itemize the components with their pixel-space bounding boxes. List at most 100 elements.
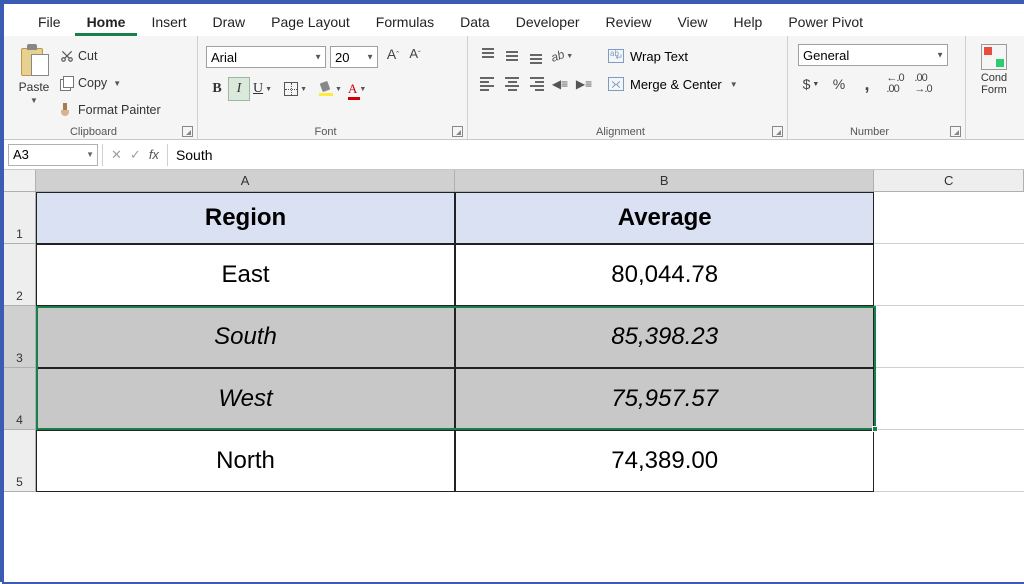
paste-label: Paste bbox=[19, 80, 50, 94]
cell-b4[interactable]: 75,957.57 bbox=[455, 368, 874, 430]
font-launcher[interactable] bbox=[452, 126, 463, 137]
font-color-button[interactable]: A▼ bbox=[345, 77, 369, 101]
align-center-button[interactable] bbox=[500, 72, 524, 96]
tab-insert[interactable]: Insert bbox=[139, 8, 198, 36]
italic-button[interactable]: I bbox=[228, 77, 250, 101]
align-bottom-button[interactable] bbox=[524, 44, 548, 68]
group-label-font: Font bbox=[198, 126, 453, 138]
formula-input[interactable]: South bbox=[167, 144, 1024, 166]
chevron-down-icon: ▼ bbox=[730, 80, 738, 89]
formula-value: South bbox=[176, 147, 213, 163]
tab-formulas[interactable]: Formulas bbox=[364, 8, 446, 36]
fill-handle[interactable] bbox=[872, 426, 878, 432]
row-header-5[interactable]: 5 bbox=[4, 430, 36, 492]
tab-review[interactable]: Review bbox=[594, 8, 664, 36]
cell-a5[interactable]: North bbox=[36, 430, 455, 492]
align-right-button[interactable] bbox=[524, 72, 548, 96]
group-alignment: ab▼ ◀≡ ▶≡ Wrap Text Merge & Center bbox=[468, 36, 788, 139]
cell-a2[interactable]: East bbox=[36, 244, 455, 306]
tab-power-pivot[interactable]: Power Pivot bbox=[776, 8, 875, 36]
select-all-corner[interactable] bbox=[4, 170, 36, 191]
row-header-3[interactable]: 3 bbox=[4, 306, 36, 368]
wrap-text-button[interactable]: Wrap Text bbox=[604, 44, 756, 68]
tab-data[interactable]: Data bbox=[448, 8, 502, 36]
comma-button[interactable]: , bbox=[854, 72, 880, 96]
insert-function-button[interactable]: fx bbox=[149, 147, 159, 162]
clipboard-launcher[interactable] bbox=[182, 126, 193, 137]
tab-view[interactable]: View bbox=[665, 8, 719, 36]
underline-button[interactable]: U▼ bbox=[250, 77, 275, 101]
conditional-formatting-button[interactable]: CondForm bbox=[972, 40, 1012, 96]
increase-indent-button[interactable]: ▶≡ bbox=[572, 72, 596, 96]
decrease-decimal-button[interactable]: .00→.0 bbox=[910, 72, 936, 96]
tab-home[interactable]: Home bbox=[75, 8, 138, 36]
font-name-combo[interactable]: Arial ▼ bbox=[206, 46, 326, 68]
col-header-c[interactable]: C bbox=[874, 170, 1024, 191]
align-middle-button[interactable] bbox=[500, 44, 524, 68]
bold-button[interactable]: B bbox=[206, 77, 228, 101]
cell-c1[interactable] bbox=[874, 192, 1024, 244]
cell-a1[interactable]: Region bbox=[36, 192, 455, 244]
tab-draw[interactable]: Draw bbox=[200, 8, 257, 36]
cell-a3[interactable]: South bbox=[36, 306, 455, 368]
border-icon bbox=[284, 82, 298, 96]
font-color-icon: A bbox=[348, 81, 357, 97]
cell-b1[interactable]: Average bbox=[455, 192, 874, 244]
cell-b3[interactable]: 85,398.23 bbox=[455, 306, 874, 368]
format-painter-button[interactable]: Format Painter bbox=[58, 98, 186, 122]
increase-font-button[interactable]: Aˆ bbox=[382, 46, 404, 68]
cell-b2[interactable]: 80,044.78 bbox=[455, 244, 874, 306]
chevron-down-icon: ▼ bbox=[566, 53, 573, 60]
cell-b5[interactable]: 74,389.00 bbox=[455, 430, 874, 492]
tab-page-layout[interactable]: Page Layout bbox=[259, 8, 362, 36]
tab-help[interactable]: Help bbox=[722, 8, 775, 36]
increase-decimal-button[interactable]: ←.0.00 bbox=[882, 72, 908, 96]
tab-file[interactable]: File bbox=[26, 8, 73, 36]
column-headers: A B C bbox=[4, 170, 1024, 192]
chevron-down-icon: ▼ bbox=[113, 79, 121, 88]
paste-button[interactable]: Paste ▼ bbox=[10, 40, 58, 122]
decrease-font-button[interactable]: Aˇ bbox=[404, 46, 426, 68]
row-header-4[interactable]: 4 bbox=[4, 368, 36, 430]
fill-color-button[interactable]: ▼ bbox=[316, 77, 345, 101]
number-format-combo[interactable]: General ▼ bbox=[798, 44, 948, 66]
align-top-button[interactable] bbox=[476, 44, 500, 68]
copy-icon bbox=[60, 76, 74, 90]
col-header-b[interactable]: B bbox=[455, 170, 874, 191]
currency-button[interactable]: $▼ bbox=[798, 72, 824, 96]
percent-button[interactable]: % bbox=[826, 72, 852, 96]
ribbon: Paste ▼ Cut Copy ▼ Format Painter Clip bbox=[4, 36, 1024, 140]
cut-button[interactable]: Cut bbox=[58, 44, 186, 68]
cancel-formula-button[interactable]: ✕ bbox=[111, 147, 122, 163]
row-header-2[interactable]: 2 bbox=[4, 244, 36, 306]
col-header-a[interactable]: A bbox=[36, 170, 455, 191]
orientation-button[interactable]: ab▼ bbox=[548, 44, 576, 68]
chevron-down-icon: ▼ bbox=[359, 86, 366, 93]
group-font: Arial ▼ 20 ▼ Aˆ Aˇ B I U▼ bbox=[198, 36, 468, 139]
copy-button[interactable]: Copy ▼ bbox=[58, 71, 186, 95]
row-header-1[interactable]: 1 bbox=[4, 192, 36, 244]
cell-a4[interactable]: West bbox=[36, 368, 455, 430]
tab-developer[interactable]: Developer bbox=[504, 8, 592, 36]
enter-formula-button[interactable]: ✓ bbox=[130, 147, 141, 163]
number-launcher[interactable] bbox=[950, 126, 961, 137]
name-box[interactable]: A3 ▼ bbox=[8, 144, 98, 166]
chevron-down-icon: ▼ bbox=[335, 86, 342, 93]
font-size-combo[interactable]: 20 ▼ bbox=[330, 46, 378, 68]
cell-c4[interactable] bbox=[874, 368, 1024, 430]
cut-label: Cut bbox=[78, 49, 97, 63]
worksheet-grid[interactable]: A B C 1 Region Average 2 East 80,044.78 … bbox=[4, 170, 1024, 582]
merge-center-button[interactable]: Merge & Center ▼ bbox=[604, 72, 756, 96]
border-button[interactable]: ▼ bbox=[281, 77, 310, 101]
align-left-button[interactable] bbox=[476, 72, 500, 96]
decrease-indent-button[interactable]: ◀≡ bbox=[548, 72, 572, 96]
formula-bar: A3 ▼ ✕ ✓ fx South bbox=[4, 140, 1024, 170]
cell-c5[interactable] bbox=[874, 430, 1024, 492]
decrease-decimal-icon: .00→.0 bbox=[914, 73, 931, 95]
font-size-value: 20 bbox=[335, 50, 349, 65]
number-format-value: General bbox=[803, 48, 849, 63]
cell-c2[interactable] bbox=[874, 244, 1024, 306]
alignment-launcher[interactable] bbox=[772, 126, 783, 137]
cell-c3[interactable] bbox=[874, 306, 1024, 368]
copy-label: Copy bbox=[78, 76, 107, 90]
